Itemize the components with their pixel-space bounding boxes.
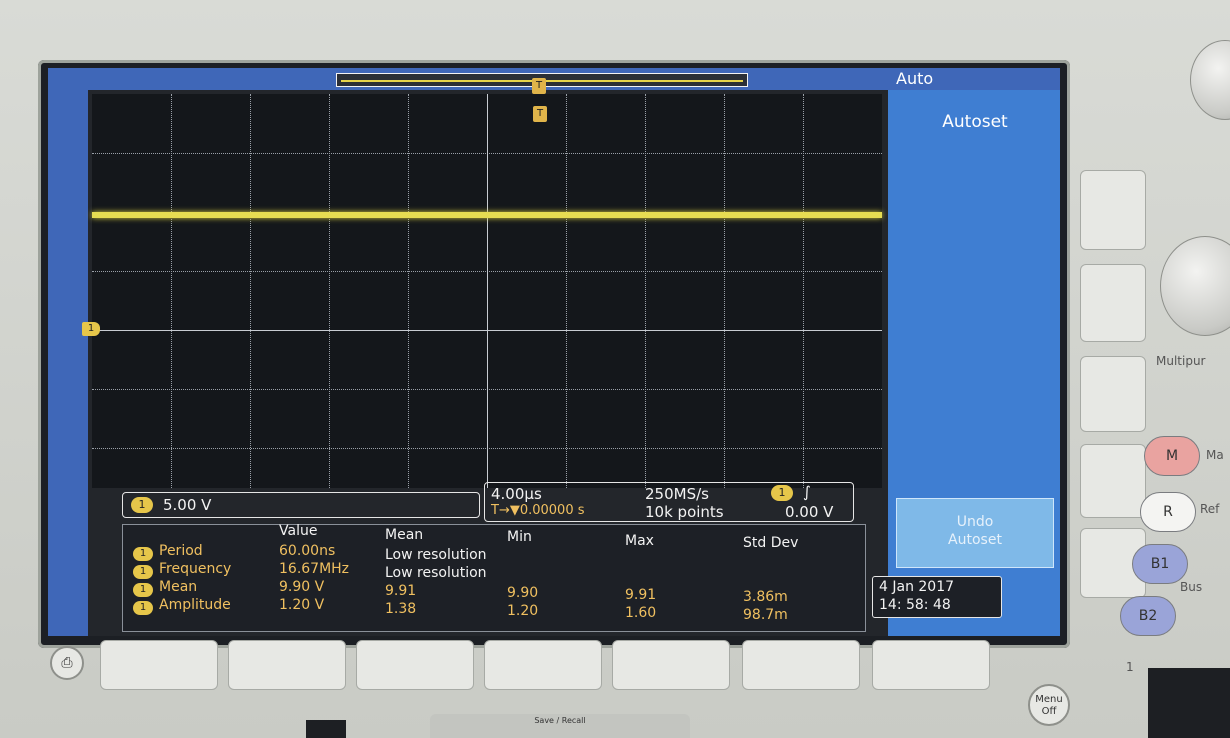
menu-off-button[interactable]: Menu Off xyxy=(1028,684,1070,726)
row1-value: 60.00ns xyxy=(279,543,336,559)
ref-label: Ref xyxy=(1200,502,1220,516)
bottom-bezel-button-5[interactable] xyxy=(612,640,730,690)
trigger-position-icon: T xyxy=(532,78,546,94)
trigger-level: 0.00 V xyxy=(785,503,834,521)
row3-mean: 9.91 xyxy=(385,583,417,599)
record-length: 10k points xyxy=(645,503,724,521)
m-button[interactable]: M xyxy=(1144,436,1200,476)
bottom-bezel-button-6[interactable] xyxy=(742,640,860,690)
ch1-waveform-trace xyxy=(92,212,882,218)
bottom-number-label: 1 xyxy=(1126,660,1134,674)
ch1-scale-readout[interactable]: 1 5.00 V xyxy=(122,492,480,518)
undo-autoset-button[interactable]: Undo Autoset xyxy=(896,498,1054,568)
header-value: Value xyxy=(279,523,318,539)
probe-port xyxy=(1148,668,1230,738)
status-row: 1 5.00 V 4.00µs T→▼0.00000 s 250MS/s 10k… xyxy=(122,482,882,522)
measurement-table: Value Mean Min Max Std Dev 1 Period 60.0… xyxy=(122,523,866,632)
trigger-position: T→▼0.00000 s xyxy=(491,503,585,518)
trigger-channel-badge: 1 xyxy=(771,485,793,501)
side-bezel-button-1[interactable] xyxy=(1080,170,1146,250)
row3-value: 9.90 V xyxy=(279,579,325,595)
row4-std-dev: 98.7m xyxy=(743,607,788,623)
bottom-bezel-button-3[interactable] xyxy=(356,640,474,690)
trigger-slope-icon: ∫ xyxy=(803,483,811,501)
bottom-bezel-button-7[interactable] xyxy=(872,640,990,690)
row4-max: 1.60 xyxy=(625,605,657,621)
row4-mean: 1.38 xyxy=(385,601,417,617)
timebase-scale: 4.00µs xyxy=(491,485,542,503)
sample-rate: 250MS/s xyxy=(645,485,709,503)
print-icon[interactable]: ⎙ xyxy=(50,646,84,680)
side-menu: Autoset Undo Autoset xyxy=(888,90,1060,636)
m-button-label: Ma xyxy=(1206,448,1224,462)
row3-badge: 1 xyxy=(133,583,153,597)
row1-badge: 1 xyxy=(133,547,153,561)
row1-name: Period xyxy=(159,543,203,559)
row2-badge: 1 xyxy=(133,565,153,579)
row4-name: Amplitude xyxy=(159,597,231,613)
row3-name: Mean xyxy=(159,579,198,595)
row3-std-dev: 3.86m xyxy=(743,589,788,605)
left-strip xyxy=(48,68,88,636)
row4-badge: 1 xyxy=(133,601,153,615)
trigger-marker: T xyxy=(533,106,547,122)
bottom-bezel-button-4[interactable] xyxy=(484,640,602,690)
bus-label: Bus xyxy=(1180,580,1203,594)
row3-max: 9.91 xyxy=(625,587,657,603)
header-min: Min xyxy=(507,529,532,545)
time: 14: 58: 48 xyxy=(879,597,951,613)
b2-button[interactable]: B2 xyxy=(1120,596,1176,636)
header-std-dev: Std Dev xyxy=(743,535,799,551)
multipurpose-label: Multipur xyxy=(1156,354,1206,368)
side-bezel-button-2[interactable] xyxy=(1080,264,1146,342)
row3-min: 9.90 xyxy=(507,585,539,601)
autoset-menu-title: Autoset xyxy=(942,112,1008,132)
row4-value: 1.20 V xyxy=(279,597,325,613)
horizontal-center-axis xyxy=(92,330,882,331)
row4-min: 1.20 xyxy=(507,603,539,619)
date: 4 Jan 2017 xyxy=(879,579,955,595)
side-bezel-button-4[interactable] xyxy=(1080,444,1146,518)
bottom-bezel-button-1[interactable] xyxy=(100,640,218,690)
b1-button[interactable]: B1 xyxy=(1132,544,1188,584)
date-time-readout: 4 Jan 2017 14: 58: 48 xyxy=(872,576,1002,618)
waveform-graticule xyxy=(92,94,882,488)
usb-port-icon xyxy=(306,720,346,738)
row1-mean: Low resolution xyxy=(385,547,487,563)
top-status-bar: Tek T Auto xyxy=(48,68,1060,94)
ch1-ground-marker[interactable]: 1 xyxy=(82,322,100,336)
vertical-center-axis xyxy=(487,94,488,488)
oscilloscope-display: Tek T Auto 1 T Autoset Undo Autoset 1 xyxy=(48,68,1060,636)
timebase-readout[interactable]: 4.00µs T→▼0.00000 s 250MS/s 10k points 1… xyxy=(484,482,854,522)
acquisition-mode-label: Auto xyxy=(896,69,934,88)
header-mean: Mean xyxy=(385,527,424,543)
r-button[interactable]: R xyxy=(1140,492,1196,532)
row2-name: Frequency xyxy=(159,561,232,577)
save-recall-label: Save / Recall xyxy=(430,714,690,738)
bottom-bezel-button-2[interactable] xyxy=(228,640,346,690)
side-bezel-button-3[interactable] xyxy=(1080,356,1146,432)
header-max: Max xyxy=(625,533,654,549)
ch1-scale: 5.00 V xyxy=(163,496,212,514)
ch1-badge: 1 xyxy=(131,497,153,513)
row2-value: 16.67MHz xyxy=(279,561,350,577)
row2-mean: Low resolution xyxy=(385,565,487,581)
